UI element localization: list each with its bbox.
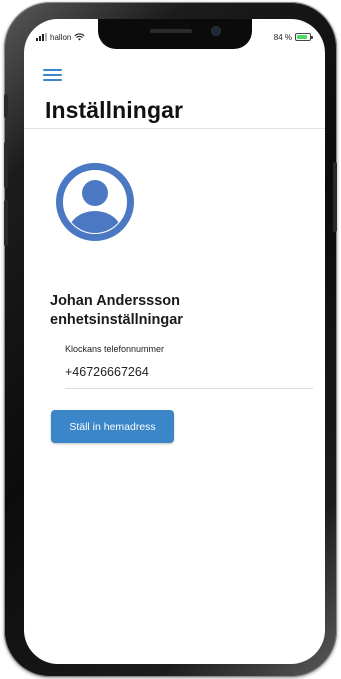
phone-frame: hallon 84 % Inställningar Johan Andersss… <box>4 2 337 677</box>
power-button <box>333 162 337 232</box>
battery-percent: 84 % <box>273 32 292 42</box>
set-home-address-button[interactable]: Ställ in hemadress <box>51 410 174 443</box>
mute-switch <box>4 94 8 118</box>
status-bar-right: 84 % <box>273 31 313 43</box>
status-bar-left: hallon <box>36 31 85 43</box>
phone-number-field[interactable]: +46726667264 <box>65 365 313 389</box>
profile-heading: Johan Anderssson enhetsinställningar <box>50 292 183 330</box>
carrier-name: hallon <box>50 32 72 42</box>
battery-icon <box>295 33 313 41</box>
notch <box>98 19 252 49</box>
wifi-icon <box>74 33 85 41</box>
profile-subtitle: enhetsinställningar <box>50 312 183 328</box>
title-divider <box>24 128 325 129</box>
phone-field-label: Klockans telefonnummer <box>65 344 165 354</box>
battery-fill <box>297 35 308 39</box>
volume-down-button <box>4 200 8 246</box>
signal-icon <box>36 33 47 41</box>
phone-screen: hallon 84 % Inställningar Johan Andersss… <box>24 19 325 664</box>
camera-icon <box>212 27 220 35</box>
volume-up-button <box>4 142 8 188</box>
hamburger-menu-icon[interactable] <box>43 69 62 81</box>
profile-name: Johan Anderssson <box>50 293 180 309</box>
user-circle-icon <box>56 163 134 241</box>
page-title: Inställningar <box>45 97 184 123</box>
speaker-grille <box>150 29 192 33</box>
